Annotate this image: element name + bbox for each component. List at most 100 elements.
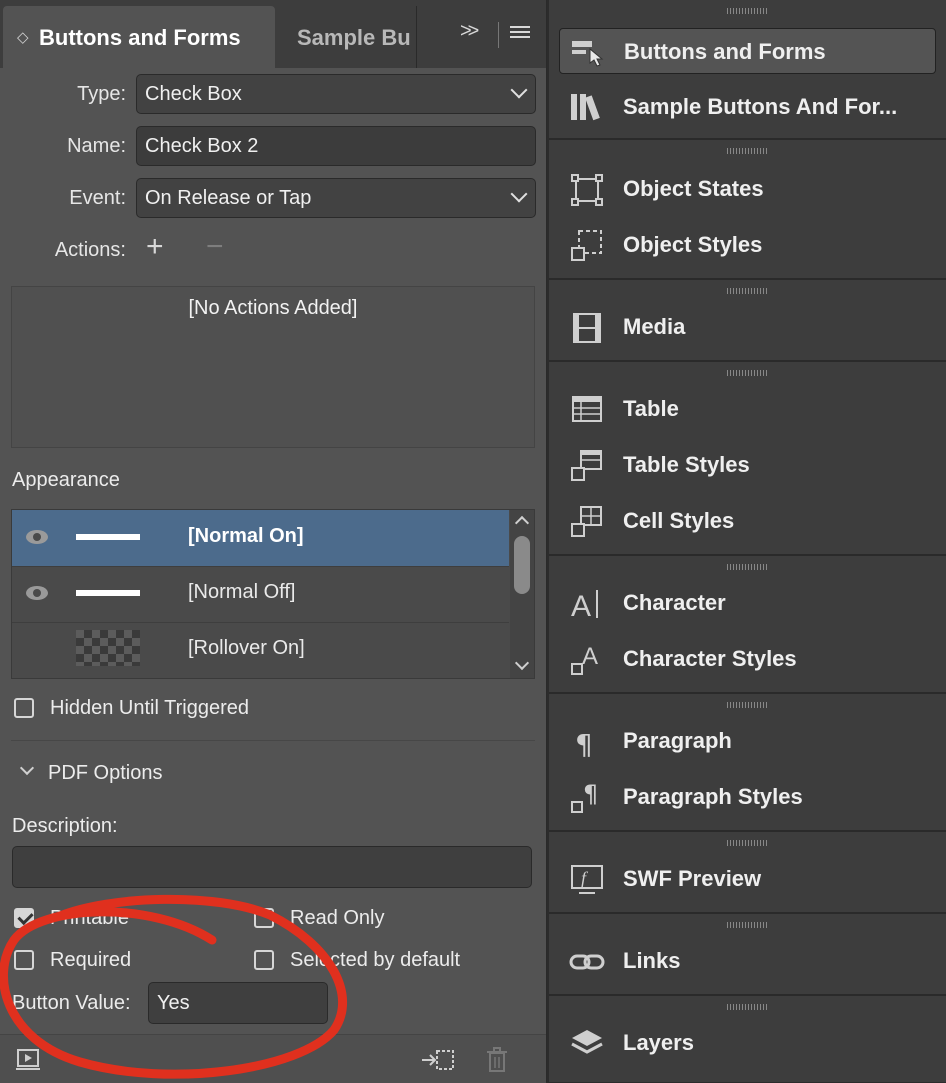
dock-item-label: Paragraph Styles [623,784,803,809]
state-label: [Normal Off] [188,581,296,603]
event-label: Event: [69,187,126,209]
grip-handle[interactable] [727,8,767,14]
dock-group-media: Media [549,280,946,362]
scroll-up-icon[interactable] [514,515,530,531]
grip-handle[interactable] [727,1004,767,1010]
tab-label: Buttons and Forms [39,25,241,50]
scroll-thumb[interactable] [514,536,530,594]
dock-item-links[interactable]: Links [559,938,936,984]
layers-icon [571,1030,603,1054]
dock-item-object-states[interactable]: Object States [559,166,936,212]
dock-item-table-styles[interactable]: Table Styles [559,442,936,488]
state-label: [Normal On] [188,525,304,547]
table-styles-icon [571,450,602,481]
grip-handle[interactable] [727,840,767,846]
dock-item-character[interactable]: A Character [559,580,936,626]
tab-buttons-and-forms[interactable]: ◇ Buttons and Forms [3,6,275,68]
scroll-down-icon[interactable] [514,655,530,671]
name-field[interactable] [136,126,536,166]
state-thumbnail [76,534,140,540]
dock-item-label: Media [623,314,686,339]
more-tabs-icon[interactable]: >> [460,20,479,43]
grip-handle[interactable] [727,148,767,154]
hidden-until-triggered-checkbox[interactable] [14,698,34,718]
dock-item-buttons-and-forms[interactable]: Buttons and Forms [559,28,936,74]
no-actions-text: [No Actions Added] [188,297,358,319]
description-label: Description: [12,815,118,837]
dock-item-label: Object States [623,176,764,201]
appearance-row-normal-off[interactable]: [Normal Off] [12,566,509,623]
tab-sample-buttons[interactable]: Sample Bu [278,6,417,68]
read-only-checkbox[interactable] [254,908,274,928]
dock-item-label: Cell Styles [623,508,735,533]
svg-text:¶: ¶ [575,728,593,760]
panel-menu-icon[interactable] [510,26,530,41]
table-icon [572,396,602,422]
paragraph-icon: ¶ [575,728,593,760]
dock-item-character-styles[interactable]: A Character Styles [559,636,936,682]
grip-handle[interactable] [727,922,767,928]
dock-item-sample-buttons[interactable]: Sample Buttons And For... [559,84,936,130]
dock-item-label: Links [623,948,681,973]
read-only-label: Read Only [290,907,385,929]
appearance-heading: Appearance [12,469,120,491]
dock-item-layers[interactable]: Layers [559,1020,936,1066]
collapse-toggle-icon[interactable]: ◇ [17,28,29,46]
appearance-row-rollover-on[interactable]: [Rollover On] [12,622,509,678]
chevron-down-icon[interactable] [19,760,35,776]
buttons-and-forms-panel: ◇ Buttons and Forms Sample Bu >> Type: C… [0,0,547,1083]
dock-item-label: Object Styles [623,232,763,257]
dock-item-paragraph-styles[interactable]: ¶ Paragraph Styles [559,774,936,820]
dock-group-objects: Object States Object Styles [549,140,946,280]
dock-item-media[interactable]: Media [559,304,936,350]
chevron-down-icon [510,81,528,99]
required-checkbox[interactable] [14,950,34,970]
sample-buttons-icon [571,94,600,121]
dock-item-object-styles[interactable]: Object Styles [559,222,936,268]
dock-group-layers: Layers [549,996,946,1082]
dock-item-label: SWF Preview [623,866,762,891]
description-input[interactable] [21,855,523,879]
pdf-options-heading[interactable]: PDF Options [48,762,162,785]
grip-handle[interactable] [727,702,767,708]
preview-icon[interactable] [16,1049,42,1071]
actions-list: [No Actions Added] [11,286,535,448]
character-icon: A [571,590,598,622]
event-select[interactable]: On Release or Tap [136,178,536,218]
trash-icon[interactable] [486,1047,508,1073]
appearance-scrollbar[interactable] [510,510,534,678]
dock-item-label: Sample Buttons And For... [623,94,898,119]
cell-styles-icon [571,506,602,537]
printable-checkbox[interactable] [14,908,34,928]
convert-to-object-icon[interactable] [420,1047,456,1073]
links-icon [569,954,605,970]
name-input[interactable] [145,134,527,158]
grip-handle[interactable] [727,288,767,294]
grip-handle[interactable] [727,564,767,570]
dock-item-cell-styles[interactable]: Cell Styles [559,498,936,544]
dock-item-table[interactable]: Table [559,386,936,432]
appearance-list: [Normal On] [Normal Off] [Rollover On] [11,509,535,679]
selected-by-default-checkbox[interactable] [254,950,274,970]
dock-group-buttons: Buttons and Forms Sample Buttons And For… [549,0,946,140]
type-select[interactable]: Check Box [136,74,536,114]
dock-item-swf-preview[interactable]: f SWF Preview [559,856,936,902]
state-label: [Rollover On] [188,637,305,659]
panel-dock: Buttons and Forms Sample Buttons And For… [549,0,946,1082]
button-value-input[interactable] [157,991,319,1015]
selected-by-default-label: Selected by default [290,949,461,971]
add-action-icon[interactable]: + [146,232,164,262]
description-field[interactable] [12,846,532,888]
dock-item-paragraph[interactable]: ¶ Paragraph [559,718,936,764]
paragraph-styles-icon: ¶ [571,780,598,813]
button-value-field[interactable] [148,982,328,1024]
grip-handle[interactable] [727,370,767,376]
dock-item-label: Character Styles [623,646,797,671]
appearance-row-normal-on[interactable]: [Normal On] [12,510,509,567]
remove-action-icon[interactable]: − [206,232,224,262]
hidden-until-triggered-label: Hidden Until Triggered [50,697,249,719]
dock-group-tables: Table Table Styles Cell Styles [549,362,946,556]
button-value-label: Button Value: [12,992,131,1014]
eye-icon[interactable] [26,530,48,544]
eye-icon[interactable] [26,586,48,600]
